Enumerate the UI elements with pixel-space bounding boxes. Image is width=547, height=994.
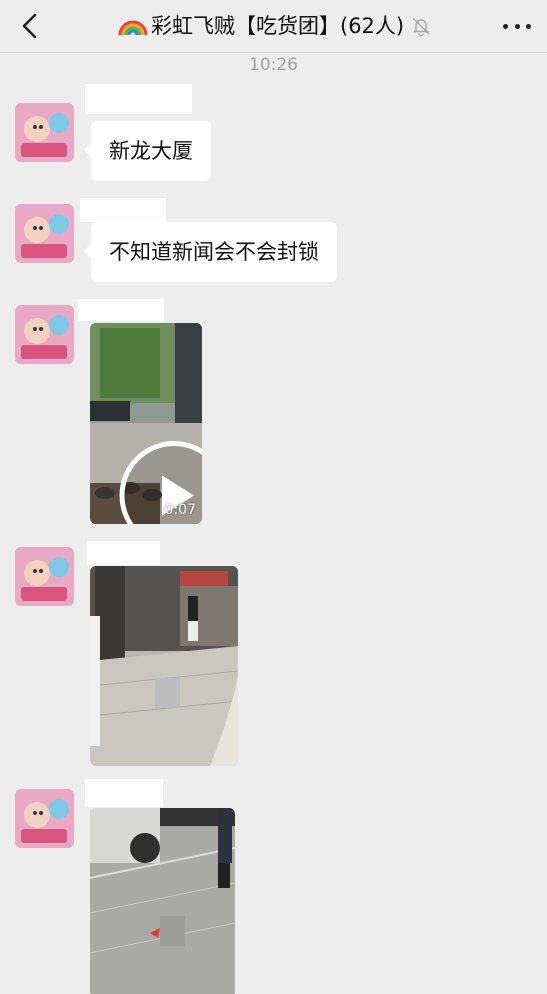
message-timestamp: 10:26 [249,55,298,75]
back-button[interactable] [18,12,42,40]
avatar[interactable] [15,789,74,848]
image-thumbnail [90,566,238,766]
chat-header: 彩虹飞贼【吃货团】(62人) [0,0,547,52]
chat-title[interactable]: 彩虹飞贼【吃货团】(62人) [118,10,432,42]
sender-name [85,84,192,114]
avatar[interactable] [15,305,74,364]
message-text: 新龙大厦 [109,139,193,163]
image-message[interactable] [90,808,235,994]
more-dot [514,23,520,29]
message-text: 不知道新闻会不会封锁 [109,240,319,264]
message-bubble[interactable]: 不知道新闻会不会封锁 [84,222,337,282]
chat-title-text: 彩虹飞贼【吃货团】(62人) [151,14,405,38]
chevron-left-icon [22,13,37,39]
more-dot [526,23,531,29]
rainbow-icon [118,20,148,36]
more-dots-icon [503,23,508,29]
video-message[interactable]: 0:07 [90,323,202,524]
avatar[interactable] [15,103,74,162]
video-duration: 0:07 [164,502,196,518]
more-button[interactable] [503,14,531,38]
sender-name [87,541,160,565]
sender-name [80,198,166,222]
bell-off-icon [412,17,430,37]
sender-name [78,299,164,321]
image-thumbnail [90,808,235,994]
avatar[interactable] [15,547,74,606]
sender-name [85,779,163,807]
message-bubble[interactable]: 新龙大厦 [84,121,211,181]
avatar[interactable] [15,204,74,263]
image-message[interactable] [90,566,238,766]
